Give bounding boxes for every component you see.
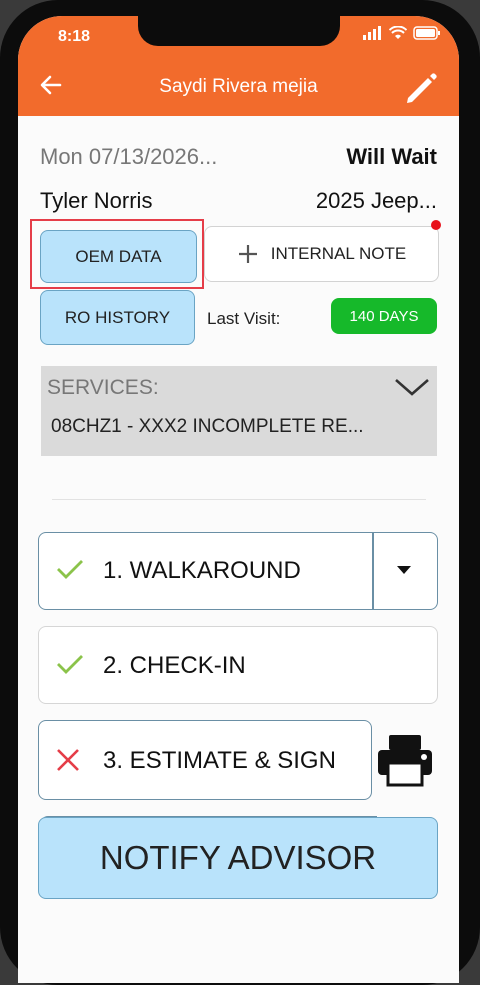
wait-status: Will Wait (346, 144, 437, 169)
appointment-date: Mon 07/13/2026... (40, 144, 218, 169)
notify-advisor-label: NOTIFY ADVISOR (99, 839, 377, 876)
edit-pencil-icon[interactable] (401, 68, 441, 108)
app-screen: 8:18 Saydi Rivera mejia Mon 07/13/2026..… (18, 16, 459, 983)
step-split-divider (372, 533, 374, 609)
plus-icon (238, 245, 257, 263)
last-visit-label: Last Visit: (207, 309, 281, 328)
wifi-icon (389, 26, 407, 39)
step-walkaround[interactable]: 1. WALKAROUND (38, 532, 438, 610)
ro-history-button[interactable]: RO HISTORY (40, 290, 195, 345)
ro-history-label: RO HISTORY (64, 307, 171, 327)
customer-name: Tyler Norris (40, 188, 153, 213)
app-header: 8:18 Saydi Rivera mejia (18, 16, 459, 116)
notify-advisor-button[interactable]: NOTIFY ADVISOR (38, 817, 438, 899)
selection-highlight (30, 219, 204, 289)
last-visit-badge: 140 DAYS (331, 298, 437, 334)
chevron-down-icon[interactable] (393, 374, 431, 400)
check-icon (57, 560, 83, 579)
step-estimate-sign[interactable]: 3. ESTIMATE & SIGN (38, 720, 372, 800)
divider (52, 499, 426, 500)
step-check-in[interactable]: 2. CHECK-IN (38, 626, 438, 704)
battery-icon (413, 26, 440, 40)
step-estimate-sign-label: 3. ESTIMATE & SIGN (103, 747, 336, 774)
status-time: 8:18 (58, 28, 91, 45)
services-dropdown[interactable]: SERVICES: 08CHZ1 - XXX2 INCOMPLETE RE... (41, 366, 437, 456)
caret-down-icon[interactable] (396, 565, 412, 575)
close-x-icon (57, 749, 79, 771)
step-check-in-label: 2. CHECK-IN (103, 652, 246, 679)
device-notch (138, 16, 340, 46)
internal-note-button[interactable]: INTERNAL NOTE (204, 226, 439, 282)
signal-icon (363, 26, 381, 40)
check-icon (57, 655, 83, 674)
main-content: Mon 07/13/2026... Will Wait Tyler Norris… (18, 116, 459, 983)
page-title: Saydi Rivera mejia (159, 76, 318, 97)
printer-icon[interactable] (376, 733, 434, 787)
status-icons (363, 26, 441, 40)
internal-note-label: INTERNAL NOTE (270, 244, 407, 263)
step-walkaround-label: 1. WALKAROUND (103, 557, 301, 584)
services-value: 08CHZ1 - XXX2 INCOMPLETE RE... (51, 416, 364, 437)
notification-dot (431, 220, 441, 230)
services-label: SERVICES: (47, 376, 159, 399)
vehicle-name: 2025 Jeep... (315, 188, 437, 213)
phone-frame: 8:18 Saydi Rivera mejia Mon 07/13/2026..… (0, 0, 480, 985)
